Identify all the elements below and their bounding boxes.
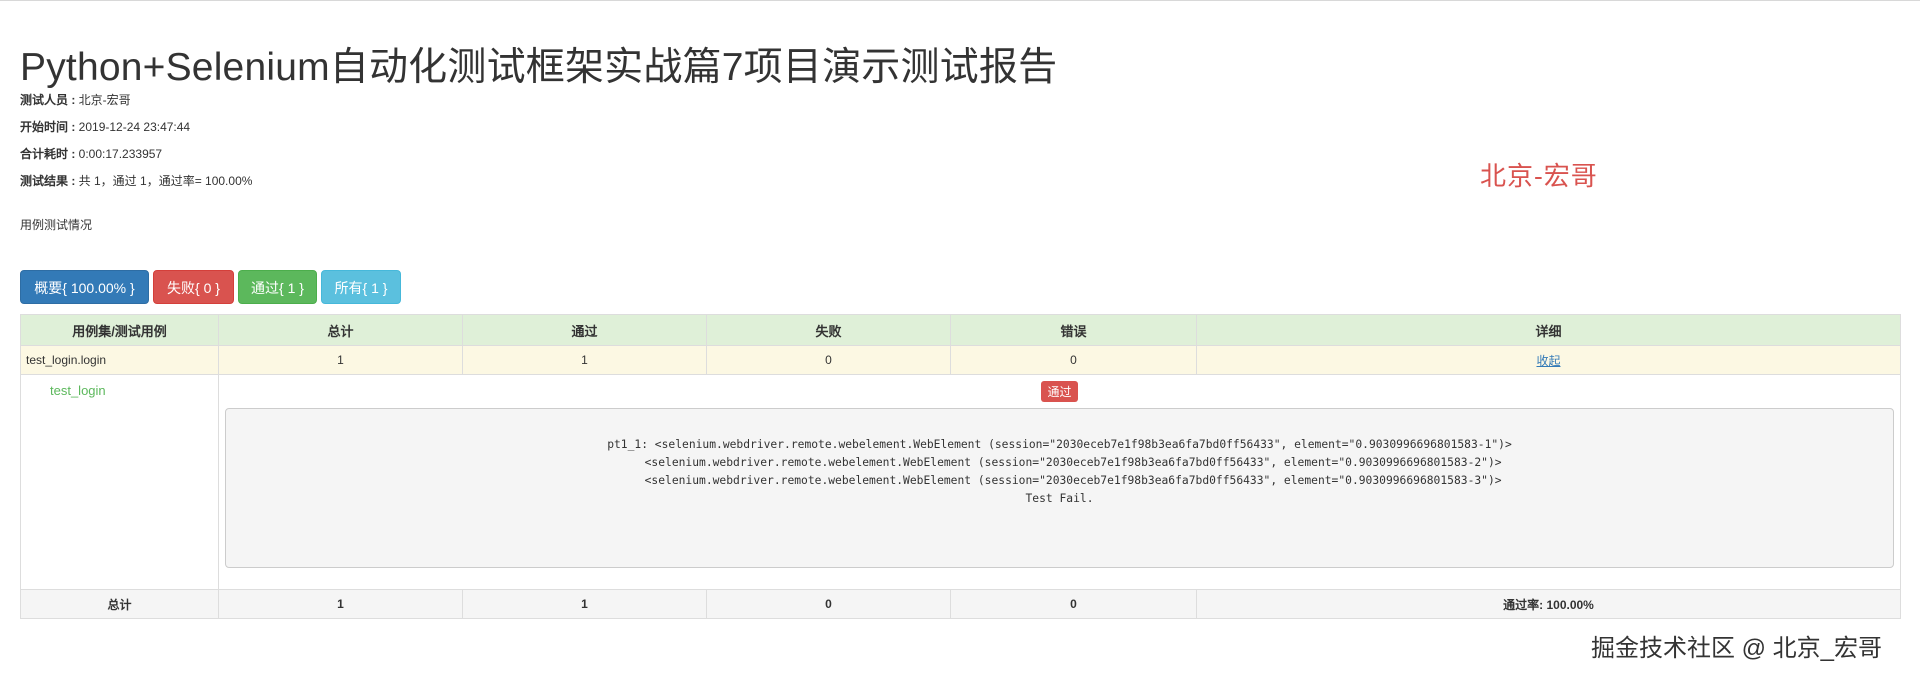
footer-watermark: 掘金技术社区 @ 北京_宏哥 (1590, 635, 1882, 662)
suite-name: test_login.login (20, 345, 219, 375)
total-count: 1 (218, 589, 463, 619)
summary-filter-button[interactable]: 概要{ 100.00% } (20, 270, 149, 304)
total-pass: 1 (462, 589, 707, 619)
passed-filter-button[interactable]: 通过{ 1 } (238, 270, 317, 304)
suite-row: test_login.login 1 1 0 0 收起 (20, 345, 1901, 375)
header-fail: 失败 (706, 314, 951, 346)
suite-total: 1 (218, 345, 463, 375)
tester-label: 测试人员 : (20, 93, 76, 107)
report-page: Python+Selenium自动化测试框架实战篇7项目演示测试报告 测试人员 … (20, 0, 1901, 679)
duration-value: 0:00:17.233957 (75, 147, 163, 161)
suite-pass: 1 (462, 345, 707, 375)
case-status-badge[interactable]: 通过 (1041, 381, 1078, 402)
page-title: Python+Selenium自动化测试框架实战篇7项目演示测试报告 (20, 46, 1058, 89)
case-log-output: pt1_1: <selenium.webdriver.remote.webele… (225, 408, 1894, 568)
duration-label: 合计耗时 : (20, 147, 76, 161)
total-label: 总计 (20, 589, 219, 619)
start-time-value: 2019-12-24 23:47:44 (75, 120, 191, 134)
case-name: test_login (20, 374, 219, 590)
suite-detail-cell: 收起 (1196, 345, 1901, 375)
total-row: 总计 1 1 0 0 通过率: 100.00% (20, 589, 1901, 619)
suite-fail: 0 (706, 345, 951, 375)
result-value: 共 1，通过 1，通过率= 100.00% (75, 174, 253, 188)
case-row: test_login 通过 pt1_1: <selenium.webdriver… (20, 374, 1901, 590)
total-fail: 0 (706, 589, 951, 619)
case-section-heading: 用例测试情况 (20, 218, 93, 232)
duration-info: 合计耗时 : 0:00:17.233957 (20, 145, 162, 162)
filter-button-group: 概要{ 100.00% } 失败{ 0 } 通过{ 1 } 所有{ 1 } (20, 270, 401, 304)
suite-error: 0 (950, 345, 1197, 375)
result-info: 测试结果 : 共 1，通过 1，通过率= 100.00% (20, 172, 252, 189)
header-pass: 通过 (462, 314, 707, 346)
case-detail-cell: 通过 pt1_1: <selenium.webdriver.remote.web… (218, 374, 1901, 590)
tester-info: 测试人员 : 北京-宏哥 (20, 91, 131, 108)
start-time-info: 开始时间 : 2019-12-24 23:47:44 (20, 118, 190, 135)
total-error: 0 (950, 589, 1197, 619)
header-detail: 详细 (1196, 314, 1901, 346)
header-error: 错误 (950, 314, 1197, 346)
header-total: 总计 (218, 314, 463, 346)
total-pass-rate: 通过率: 100.00% (1196, 589, 1901, 619)
watermark-text: 北京-宏哥 (1480, 162, 1598, 192)
collapse-link[interactable]: 收起 (1536, 354, 1560, 368)
failed-filter-button[interactable]: 失败{ 0 } (153, 270, 234, 304)
results-table: 用例集/测试用例 总计 通过 失败 错误 详细 test_login.login… (20, 314, 1901, 619)
tester-value: 北京-宏哥 (75, 93, 131, 107)
result-label: 测试结果 : (20, 174, 76, 188)
start-time-label: 开始时间 : (20, 120, 76, 134)
all-filter-button[interactable]: 所有{ 1 } (321, 270, 401, 304)
table-header-row: 用例集/测试用例 总计 通过 失败 错误 详细 (20, 314, 1901, 346)
header-suite-case: 用例集/测试用例 (20, 314, 219, 346)
